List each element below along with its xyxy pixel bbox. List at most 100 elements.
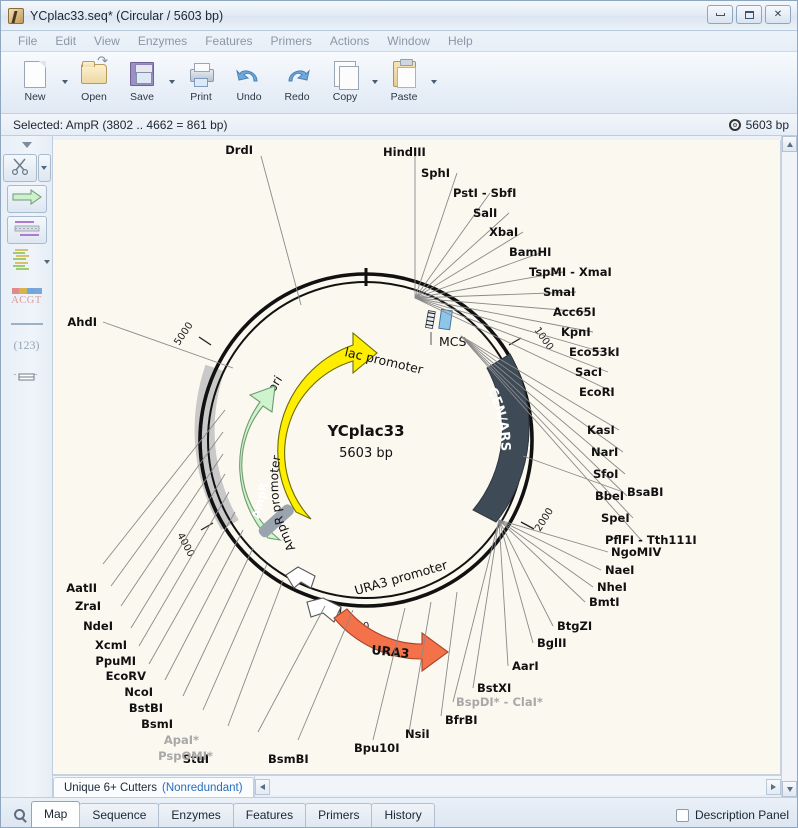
enzyme-labels-bottom-right: BspDI* - ClaI* BfrBI NsiI Bpu10I [354,695,543,755]
vertical-scrollbar[interactable] [781,136,797,797]
description-panel-checkbox[interactable] [675,808,689,822]
menu-item-file[interactable]: File [9,32,46,50]
menu-item-window[interactable]: Window [378,32,439,50]
chevron-right-icon [771,783,776,790]
scroll-track[interactable] [269,778,766,795]
tab-enzymes[interactable]: Enzymes [158,803,234,827]
scroll-right-button[interactable] [766,778,781,795]
enzyme-label-bfrbi: BfrBI [445,713,477,727]
copy-button[interactable]: Copy [321,56,369,103]
svg-text:··: ·· [13,371,16,379]
undo-button-label: Undo [236,91,262,103]
paste-dropdown-caret[interactable] [428,66,439,98]
leader-lines-right-lower [452,519,609,703]
numbering-tool-button[interactable]: (123) [7,330,47,360]
acgt-color-bar [11,288,42,294]
save-dropdown-caret[interactable] [166,66,177,98]
tab-history[interactable]: History [371,803,435,827]
translation-tool-button[interactable]: ACGT [7,280,47,314]
tick-label-2000: 2000 [533,506,556,533]
vertical-scroll-track[interactable] [782,152,797,781]
menu-item-help[interactable]: Help [439,32,482,50]
enzyme-labels-right-mid: BsaBI [627,485,663,499]
print-button[interactable]: Print [177,56,225,103]
open-button[interactable]: Open [70,53,118,103]
enzyme-label-nsii: NsiI [405,727,430,741]
enzyme-label-smai: SmaI [543,285,575,299]
view-tab-bar: Map Sequence Enzymes Features Primers Hi… [1,797,797,827]
enzyme-label-ndei: NdeI [83,619,113,633]
position-ticks [198,336,535,622]
redo-button[interactable]: Redo [273,56,321,103]
menu-item-actions[interactable]: Actions [321,32,378,50]
description-panel-toggle[interactable]: Description Panel [675,808,789,827]
selection-status: Selected: AmpR (3802 .. 4662 = 861 bp) [13,117,228,132]
close-button[interactable]: ✕ [765,5,791,24]
menu-item-features[interactable]: Features [196,32,261,50]
enzyme-label-pspomi: PspOMI* [158,749,213,763]
tab-primers[interactable]: Primers [305,803,373,827]
enzyme-labels-right-lower: NgoMIV NaeI NheI BmtI BtgZI BglII AarI B… [477,545,661,695]
menu-item-view[interactable]: View [85,32,129,50]
enzyme-label-zrai: ZraI [75,599,101,613]
enzyme-filter-tab[interactable]: Unique 6+ Cutters (Nonredundant) [53,777,254,797]
enzyme-label-eco53ki: Eco53kI [569,345,620,359]
minimize-button[interactable] [707,5,733,24]
tool-rail: ACGT (123) ·· ·· [1,136,53,797]
scroll-down-button[interactable] [782,781,797,797]
enzyme-label-hindiii: HindIII [383,145,426,159]
alignment-tool-group [3,247,50,277]
chevron-down-icon[interactable] [21,142,32,148]
primer-tool-button[interactable] [6,216,47,244]
horizontal-scrollbar[interactable] [253,776,781,797]
enzyme-label-bsmbi: BsmBI [268,752,309,766]
enzyme-label-saci: SacI [575,365,602,379]
enzyme-label-kpni: KpnI [561,325,591,339]
paste-button[interactable]: Paste [380,56,428,103]
scroll-up-button[interactable] [782,136,797,152]
new-dropdown-caret[interactable] [59,66,70,98]
menu-item-primers[interactable]: Primers [262,32,321,50]
enzyme-label-aari: AarI [512,659,539,673]
sequence-lines-icon [10,247,36,278]
sequence-length: 5603 bp [745,117,789,132]
ruler-tool-button[interactable]: ·· ·· [7,363,47,393]
save-button[interactable]: Save [118,56,166,103]
plasmid-backbone-inner [207,281,525,599]
maximize-button[interactable] [736,5,762,24]
tab-map[interactable]: Map [31,801,81,827]
tab-sequence[interactable]: Sequence [79,803,160,827]
feature-tool-button[interactable] [6,185,47,213]
new-button[interactable]: New [11,56,59,103]
chevron-down-icon[interactable] [44,260,50,264]
enzyme-label-drdi: DrdI [225,143,253,157]
feature-label-lac-promoter: lac promoter [343,344,425,377]
enzyme-label-ppumi: PpuMI [95,654,136,668]
tab-features[interactable]: Features [232,803,307,827]
plasmid-map-canvas[interactable]: 1000 2000 3000 4000 5000 [53,140,781,775]
menu-item-edit[interactable]: Edit [46,32,85,50]
scroll-left-button[interactable] [254,778,270,795]
enzyme-label-nhei: NheI [597,580,627,594]
alignment-tool-button[interactable] [3,247,43,277]
cut-tool-button[interactable] [2,154,37,182]
enzyme-label-ahdi: AhdI [67,315,97,329]
chevron-down-icon [786,786,793,792]
menu-item-enzymes[interactable]: Enzymes [129,32,196,50]
new-button-label: New [24,91,46,103]
chevron-down-icon [41,166,47,170]
open-folder-icon [81,53,108,84]
maximize-icon [744,10,754,19]
minimize-icon [715,13,725,16]
enzyme-label-bsabi: BsaBI [627,485,663,499]
search-button[interactable] [7,801,31,827]
copy-dropdown-caret[interactable] [369,66,380,98]
enzyme-label-spei: SpeI [601,511,630,525]
cut-tool-dropdown[interactable] [37,154,51,182]
enzyme-label-kasi: KasI [587,423,615,437]
undo-button[interactable]: Undo [225,56,273,103]
enzyme-label-sfoi: SfoI [593,467,618,481]
toolbar-group-new: New [11,56,70,103]
toolbar-group-copy: Copy [321,56,380,103]
enzyme-label-aatii: AatII [66,581,97,595]
